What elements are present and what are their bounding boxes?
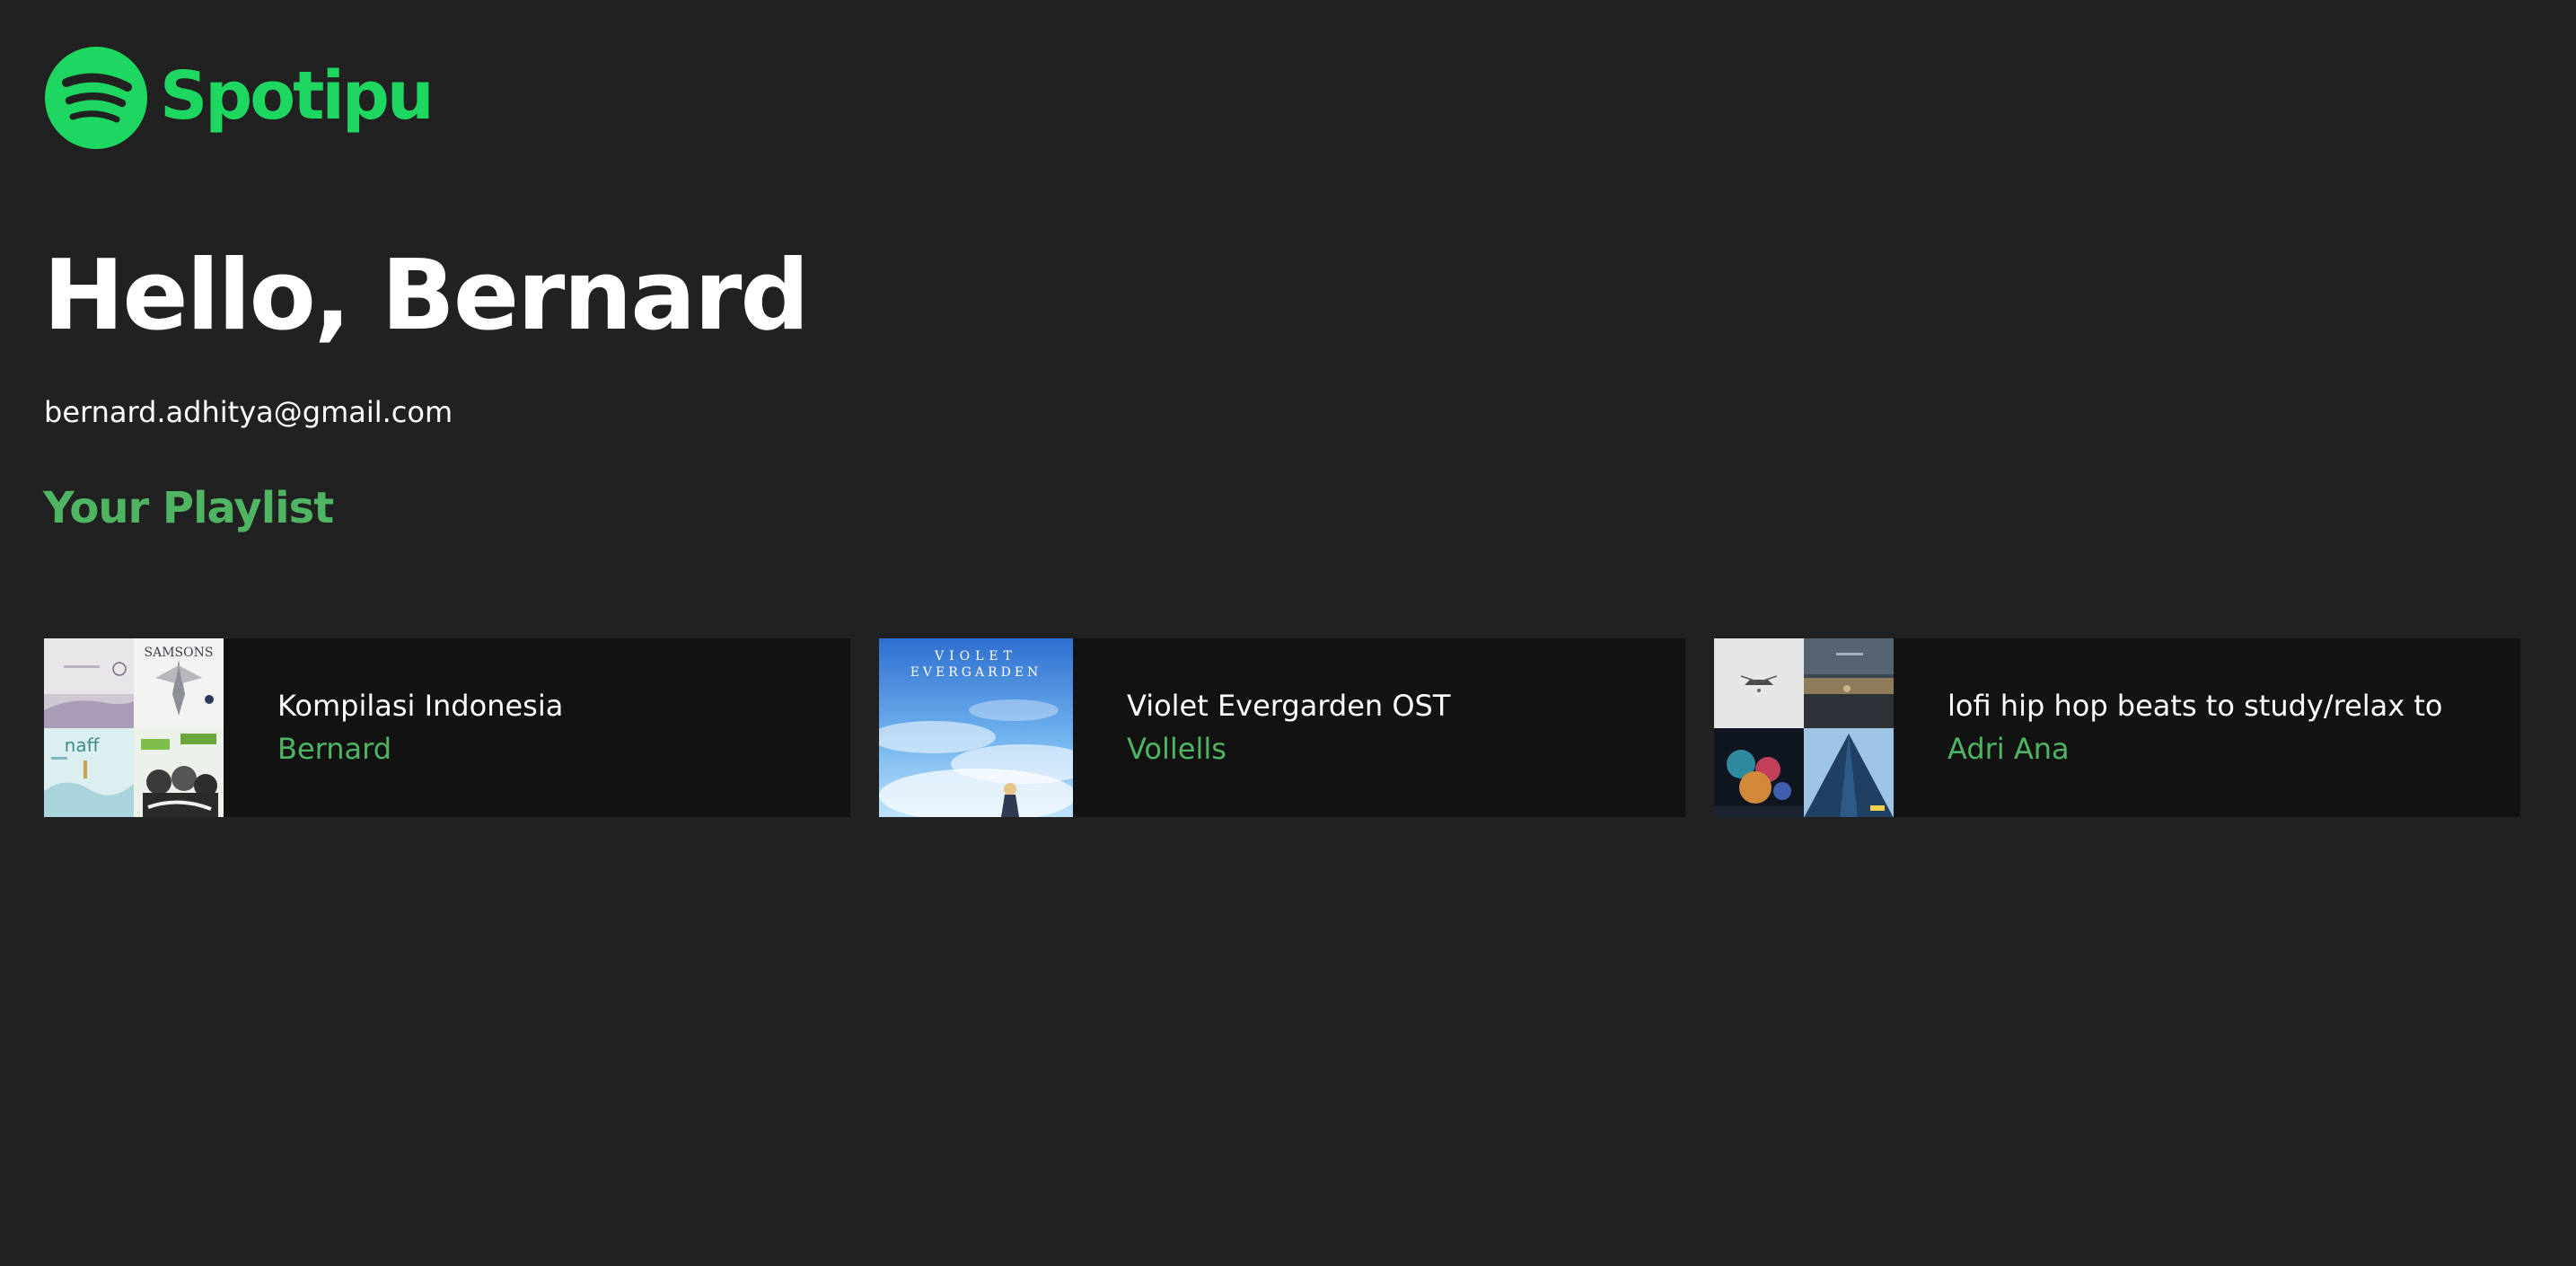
playlist-info: lofi hip hop beats to study/relax to Adr… [1894, 687, 2443, 768]
playlist-owner[interactable]: Adri Ana [1947, 730, 2443, 769]
album-art-lettering: EVERGARDEN [910, 665, 1042, 680]
playlist-info: Kompilasi Indonesia Bernard [224, 687, 563, 768]
album-art-tile [1714, 727, 1804, 817]
spotify-logo-icon [45, 47, 147, 149]
playlist-info: Violet Evergarden OST Vollells [1073, 687, 1450, 768]
playlist-card-kompilasi-indonesia[interactable]: SAMSONS naff Kompilasi Indonesia Bernard [44, 638, 850, 817]
playlist-owner[interactable]: Bernard [277, 730, 563, 769]
user-email: bernard.adhitya@gmail.com [44, 395, 453, 429]
album-art-tile [1804, 727, 1894, 817]
playlist-cover-image: SAMSONS naff [44, 638, 224, 817]
album-art-tile [44, 638, 134, 728]
album-art-lettering: SAMSONS [145, 646, 214, 660]
playlist-name: lofi hip hop beats to study/relax to [1947, 689, 2443, 724]
album-art-tile [1714, 638, 1804, 728]
album-art-lettering: VIOLET [934, 649, 1017, 664]
page-title: Hello, Bernard [43, 240, 810, 352]
album-art-lettering: naff [65, 734, 101, 756]
profile-page: Spotipu Hello, Bernard bernard.adhitya@g… [0, 0, 2576, 1266]
playlist-name: Kompilasi Indonesia [277, 689, 564, 724]
playlist-section-title: Your Playlist [43, 483, 334, 533]
playlist-list: SAMSONS naff Kompilasi Indonesia Bernard… [44, 638, 2520, 817]
app-name: Spotipu [160, 57, 434, 135]
playlist-cover-image: VIOLET EVERGARDEN [879, 638, 1073, 817]
album-art-tile: SAMSONS [134, 638, 224, 728]
playlist-name: Violet Evergarden OST [1127, 689, 1451, 724]
playlist-owner[interactable]: Vollells [1127, 730, 1450, 769]
app-logo[interactable]: Spotipu [45, 47, 434, 149]
album-art-tile: naff [44, 727, 134, 817]
album-art-tile [134, 727, 224, 817]
playlist-card-violet-evergarden-ost[interactable]: VIOLET EVERGARDEN Violet Evergarden OST … [879, 638, 1685, 817]
album-art-tile [1804, 638, 1894, 728]
playlist-cover-image [1714, 638, 1894, 817]
playlist-card-lofi-hip-hop[interactable]: lofi hip hop beats to study/relax to Adr… [1714, 638, 2520, 817]
